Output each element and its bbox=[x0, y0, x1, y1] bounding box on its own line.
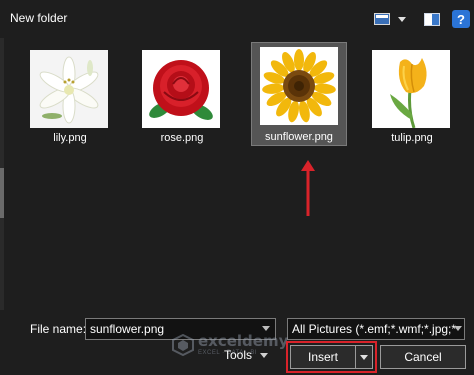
file-name-label: lily.png bbox=[53, 132, 87, 144]
tools-label: Tools bbox=[224, 348, 253, 362]
insert-options-button[interactable] bbox=[356, 346, 372, 368]
file-item-tulip[interactable]: tulip.png bbox=[367, 46, 457, 152]
file-item-sunflower[interactable]: sunflower.png bbox=[251, 42, 347, 146]
insert-button[interactable]: Insert bbox=[291, 346, 356, 368]
watermark-name: exceldemy bbox=[198, 332, 289, 350]
lily-thumbnail bbox=[30, 50, 108, 128]
exceldemy-logo-icon bbox=[172, 334, 194, 356]
tulip-thumbnail bbox=[372, 50, 450, 128]
chevron-down-icon bbox=[398, 16, 406, 22]
change-view-button[interactable] bbox=[374, 8, 412, 30]
toolbar-right: ? bbox=[374, 8, 470, 30]
sunflower-thumbnail bbox=[260, 47, 338, 125]
chevron-down-icon bbox=[260, 352, 269, 358]
arrow-up-icon bbox=[301, 160, 315, 216]
file-name-label: tulip.png bbox=[391, 132, 433, 144]
file-name-label: sunflower.png bbox=[265, 131, 333, 143]
new-folder-button[interactable]: New folder bbox=[10, 11, 67, 25]
file-type-filter-select[interactable]: All Pictures (*.emf;*.wmf;*.jpg;* bbox=[287, 318, 465, 340]
scrollbar-thumb[interactable] bbox=[0, 168, 4, 218]
scrollbar-track[interactable] bbox=[0, 38, 4, 310]
preview-pane-icon[interactable] bbox=[424, 12, 440, 26]
chevron-down-icon bbox=[360, 354, 368, 360]
rose-thumbnail bbox=[142, 50, 220, 128]
file-item-lily[interactable]: lily.png bbox=[25, 46, 115, 152]
file-name-label: rose.png bbox=[160, 132, 204, 144]
cancel-button[interactable]: Cancel bbox=[380, 345, 466, 369]
tools-menu-button[interactable]: Tools bbox=[224, 348, 269, 362]
view-options-icon bbox=[374, 13, 390, 25]
file-item-rose[interactable]: rose.png bbox=[137, 46, 227, 152]
chevron-down-icon[interactable] bbox=[454, 326, 462, 331]
toolbar: New folder ? bbox=[0, 0, 474, 38]
insert-split-button[interactable]: Insert bbox=[290, 345, 373, 369]
help-icon[interactable]: ? bbox=[452, 10, 470, 28]
file-name-field-label: File name: bbox=[30, 322, 87, 336]
